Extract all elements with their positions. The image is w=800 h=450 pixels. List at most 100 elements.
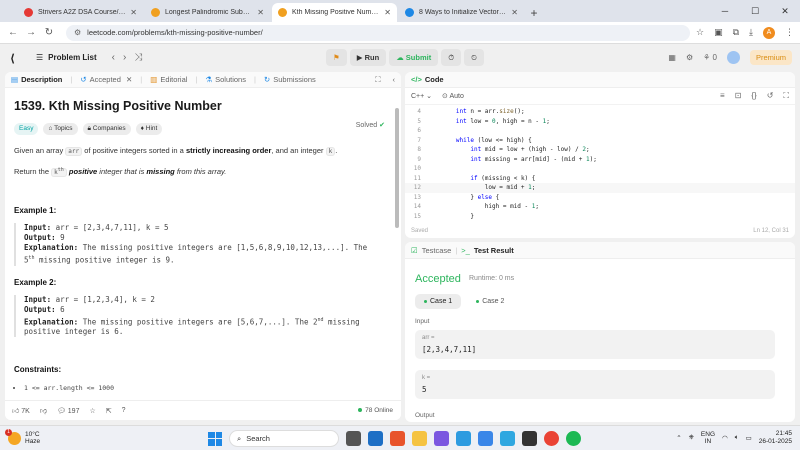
close-window-icon[interactable]: ✕ bbox=[770, 0, 800, 22]
profile-avatar[interactable]: A bbox=[763, 26, 775, 39]
tab-description[interactable]: ▤ Description bbox=[11, 75, 62, 84]
braces-icon[interactable]: {} bbox=[751, 91, 756, 101]
close-icon[interactable]: ✕ bbox=[130, 8, 137, 17]
close-icon[interactable]: ✕ bbox=[511, 8, 518, 17]
problem-list-link[interactable]: Problem List bbox=[48, 53, 96, 62]
wifi-icon[interactable]: ◠ bbox=[722, 434, 728, 442]
browser-tab-active[interactable]: Kth Missing Positive Number - ✕ bbox=[272, 3, 397, 22]
settings-icon[interactable]: ⚙ bbox=[686, 53, 693, 62]
tab-accepted[interactable]: ↺ Accepted ✕ bbox=[80, 75, 132, 84]
bookmark-star-icon[interactable]: ☆ bbox=[696, 27, 704, 38]
star-icon[interactable]: ☆ bbox=[89, 407, 95, 415]
fullscreen-icon[interactable]: ⛶ bbox=[783, 91, 789, 101]
reset-icon[interactable]: ↺ bbox=[767, 91, 774, 101]
language-select[interactable]: C++ ⌄ bbox=[411, 92, 432, 100]
code-editor[interactable]: 4 int n = arr.size(); 5 int low = 0, high… bbox=[405, 105, 795, 221]
browser-tab[interactable]: Strivers A2Z DSA Course/Sheet ✕ bbox=[18, 3, 143, 22]
weather-widget[interactable]: 1 10°C Haze bbox=[0, 428, 40, 445]
edge-icon[interactable] bbox=[456, 431, 471, 446]
reload-icon[interactable]: ↻ bbox=[42, 27, 56, 38]
brave-icon[interactable] bbox=[390, 431, 405, 446]
help-icon[interactable]: ? bbox=[122, 407, 126, 414]
code-line[interactable]: 8 int mid = low + (high - low) / 2; bbox=[405, 145, 795, 155]
maximize-icon[interactable]: ☐ bbox=[740, 0, 770, 22]
topics-tag[interactable]: ⌂ Topics bbox=[43, 123, 78, 135]
chevron-up-icon[interactable]: ⌃ bbox=[676, 434, 681, 442]
expand-icon[interactable]: ⛶ bbox=[375, 75, 380, 85]
like-button[interactable]: 👍︎ 7K bbox=[12, 406, 30, 415]
case-2-tab[interactable]: Case 2 bbox=[467, 294, 513, 309]
close-icon[interactable]: ✕ bbox=[384, 8, 391, 17]
windows-start-icon[interactable] bbox=[208, 431, 222, 446]
run-button[interactable]: ▶ Run bbox=[349, 49, 387, 66]
companies-tag[interactable]: 🔒︎ Companies bbox=[82, 123, 131, 135]
code-line[interactable]: 12 low = mid + 1; bbox=[405, 183, 795, 193]
mode-select[interactable]: ⊙ Auto bbox=[442, 92, 464, 100]
premium-button[interactable]: Premium bbox=[749, 50, 792, 65]
timer-button[interactable]: ⏲ bbox=[464, 49, 484, 66]
leetcode-logo[interactable]: ⟨ bbox=[10, 52, 22, 65]
case-1-tab[interactable]: Case 1 bbox=[415, 294, 462, 309]
menu-icon[interactable]: ⋮ bbox=[785, 27, 794, 38]
close-icon[interactable]: ✕ bbox=[257, 8, 264, 17]
tab-solutions[interactable]: ⚗ Solutions bbox=[205, 75, 246, 84]
site-info-icon[interactable]: ⚙ bbox=[74, 28, 81, 37]
chrome-icon[interactable] bbox=[544, 431, 559, 446]
vscode-icon[interactable] bbox=[478, 431, 493, 446]
debug-button[interactable]: ⚑ bbox=[326, 49, 347, 66]
back-icon[interactable]: ← bbox=[6, 27, 20, 38]
user-avatar[interactable] bbox=[726, 51, 740, 64]
puzzle-icon[interactable]: ⧉ bbox=[733, 27, 739, 38]
battery-icon[interactable]: ▭ bbox=[746, 434, 752, 442]
photos-icon[interactable] bbox=[434, 431, 449, 446]
hint-tag[interactable]: ♦ Hint bbox=[135, 123, 163, 135]
bookmark-icon[interactable]: ⊡ bbox=[735, 91, 742, 101]
code-line[interactable]: 15 } bbox=[405, 212, 795, 222]
spotify-icon[interactable] bbox=[566, 431, 581, 446]
comments-button[interactable]: 💬︎ 197 bbox=[57, 407, 80, 415]
code-line[interactable]: 5 int low = 0, high = n - 1; bbox=[405, 117, 795, 127]
forward-icon[interactable]: → bbox=[24, 27, 38, 38]
new-tab-button[interactable]: + bbox=[526, 3, 542, 22]
minimize-icon[interactable]: ─ bbox=[710, 0, 740, 22]
code-line[interactable]: 13 } else { bbox=[405, 193, 795, 203]
terminal-app-icon[interactable] bbox=[522, 431, 537, 446]
clock[interactable]: 21:45 26-01-2025 bbox=[759, 430, 792, 446]
submit-button[interactable]: ☁ Submit bbox=[389, 49, 439, 66]
url-bar[interactable]: ⚙ leetcode.com/problems/kth-missing-posi… bbox=[66, 24, 690, 41]
streak-counter[interactable]: ⚘ 0 bbox=[703, 53, 717, 62]
task-view-icon[interactable] bbox=[346, 431, 361, 446]
code-line[interactable]: 6 bbox=[405, 126, 795, 136]
browser-tab[interactable]: Longest Palindromic Substring ✕ bbox=[145, 3, 270, 22]
notes-button[interactable]: ⏱ bbox=[441, 49, 462, 66]
taskbar-search[interactable]: ⌕ Search bbox=[229, 430, 339, 447]
code-line[interactable]: 9 int missing = arr[mid] - (mid + 1); bbox=[405, 155, 795, 165]
tab-submissions[interactable]: ↻ Submissions bbox=[264, 75, 316, 84]
format-icon[interactable]: ≡ bbox=[720, 91, 725, 101]
tab-editorial[interactable]: ▥ Editorial bbox=[150, 75, 187, 84]
volume-icon[interactable]: 🔈︎ bbox=[735, 434, 739, 442]
browser-tab[interactable]: 8 Ways to Initialize Vector in C++ ✕ bbox=[399, 3, 524, 22]
network-share-icon[interactable]: ⎈ bbox=[689, 434, 694, 442]
help-app-icon[interactable] bbox=[500, 431, 515, 446]
extensions-icon[interactable]: ▣ bbox=[714, 27, 723, 38]
collapse-icon[interactable]: ‹ bbox=[393, 75, 396, 84]
dislike-icon[interactable]: 👎︎ bbox=[40, 406, 47, 415]
language-indicator[interactable]: ENG IN bbox=[701, 431, 715, 445]
file-explorer-icon[interactable] bbox=[412, 431, 427, 446]
code-line[interactable]: 14 high = mid - 1; bbox=[405, 202, 795, 212]
scrollbar[interactable] bbox=[395, 108, 399, 228]
tab-testcase[interactable]: Testcase bbox=[422, 246, 452, 255]
difficulty-tag[interactable]: Easy bbox=[14, 123, 39, 135]
problem-nav-arrows[interactable]: ‹›⤨ bbox=[112, 52, 151, 63]
code-line[interactable]: 11 if (missing < k) { bbox=[405, 174, 795, 184]
store-icon[interactable] bbox=[368, 431, 383, 446]
code-line[interactable]: 10 bbox=[405, 164, 795, 174]
download-icon[interactable]: ⤓ bbox=[749, 27, 753, 38]
code-line[interactable]: 7 while (low <= high) { bbox=[405, 136, 795, 146]
code-line[interactable]: 4 int n = arr.size(); bbox=[405, 107, 795, 117]
layout-icon[interactable]: ▦ bbox=[668, 53, 676, 62]
close-icon[interactable]: ✕ bbox=[124, 75, 132, 84]
share-icon[interactable]: ⇱ bbox=[106, 407, 112, 415]
tab-test-result[interactable]: Test Result bbox=[474, 246, 514, 255]
